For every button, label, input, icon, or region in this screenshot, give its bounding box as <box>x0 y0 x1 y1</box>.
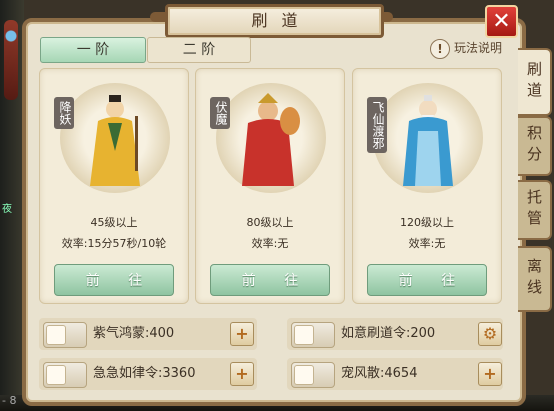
plus-icon[interactable]: + <box>230 362 254 386</box>
level-requirement: 80级以上 <box>246 216 294 229</box>
go-button[interactable]: 前 往 <box>54 264 174 296</box>
item-toggle[interactable] <box>43 362 87 388</box>
item-toggle[interactable] <box>43 322 87 348</box>
plus-icon[interactable]: + <box>478 362 502 386</box>
go-button[interactable]: 前 往 <box>367 264 487 296</box>
item-jiji-rulvling: 急急如律令:3360 + <box>43 362 254 388</box>
item-ziqi-hongmeng: 紫气鸿蒙:400 + <box>43 322 254 348</box>
task-banner: 飞仙渡邪 <box>367 97 387 153</box>
close-button[interactable]: ✕ <box>485 5 518 38</box>
lantern-ornament <box>4 20 18 100</box>
side-tab-shuadao[interactable]: 刷道 <box>518 48 552 116</box>
efficiency-text: 效率:15分57秒/10轮 <box>61 237 167 250</box>
side-tab-points[interactable]: 积分 <box>518 116 552 176</box>
efficiency-text: 效率:无 <box>408 237 446 250</box>
task-banner: 降妖 <box>54 97 74 129</box>
window-title: 刷道 <box>251 11 312 30</box>
character-portrait <box>403 95 453 186</box>
item-label: 急急如律令:3360 <box>93 366 196 381</box>
item-chongfengsan: 宠风散:4654 + <box>291 362 502 388</box>
window-title-bar: 刷道 <box>165 4 384 38</box>
task-banner: 伏魔 <box>210 97 230 129</box>
plus-icon[interactable]: + <box>230 322 254 346</box>
item-toggle[interactable] <box>291 322 335 348</box>
info-icon: ! <box>430 38 450 59</box>
side-tab-auto[interactable]: 托管 <box>518 180 552 240</box>
background-bottom-text: - 8 <box>2 394 17 407</box>
tab-tier-1[interactable]: 一 阶 <box>40 37 146 63</box>
level-requirement: 120级以上 <box>400 216 454 229</box>
task-card-feixian: 飞仙渡邪 120级以上 效率:无 前 往 <box>352 68 502 304</box>
side-tab-offline[interactable]: 离线 <box>518 246 552 312</box>
item-ruyi-shuadaoling: 如意刷道令:200 ⚙ <box>291 322 502 348</box>
task-card-fumo: 伏魔 80级以上 效率:无 前 往 <box>195 68 345 304</box>
item-label: 紫气鸿蒙:400 <box>93 326 175 341</box>
go-button[interactable]: 前 往 <box>210 264 330 296</box>
tab-tier-2[interactable]: 二 阶 <box>147 37 251 63</box>
help-label: 玩法说明 <box>454 41 503 55</box>
character-portrait <box>90 95 140 186</box>
item-toggle[interactable] <box>291 362 335 388</box>
close-icon: ✕ <box>492 9 511 34</box>
item-label: 如意刷道令:200 <box>341 326 436 341</box>
gear-icon[interactable]: ⚙ <box>478 322 502 346</box>
item-label: 宠风散:4654 <box>341 366 418 381</box>
level-requirement: 45级以上 <box>90 216 138 229</box>
background-text: 夜 <box>2 204 12 215</box>
help-link[interactable]: ! 玩法说明 <box>430 37 502 59</box>
character-portrait <box>242 93 300 186</box>
task-card-xiangyao: 降妖 45级以上 效率:15分57秒/10轮 前 往 <box>39 68 189 304</box>
efficiency-text: 效率:无 <box>251 237 289 250</box>
